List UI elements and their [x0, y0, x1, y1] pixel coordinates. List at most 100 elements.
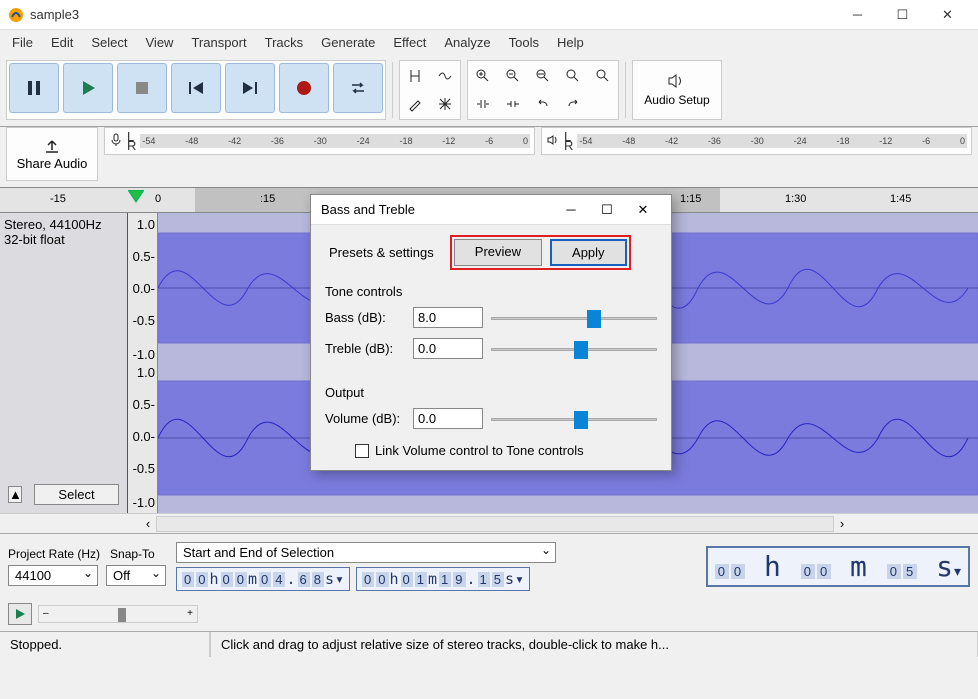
draw-tool-icon[interactable]	[402, 91, 428, 117]
menu-view[interactable]: View	[138, 33, 182, 52]
window-title: sample3	[30, 7, 835, 22]
dialog-close-button[interactable]: ✕	[625, 202, 661, 218]
zoom-in-icon[interactable]	[470, 63, 496, 89]
window-titlebar: sample3 ─ ☐ ✕	[0, 0, 978, 30]
apply-button[interactable]: Apply	[550, 239, 627, 266]
volume-input[interactable]	[413, 408, 483, 429]
playhead-icon[interactable]	[128, 190, 144, 204]
snap-to-combo[interactable]: Off	[106, 565, 166, 586]
track-select-button[interactable]: Select	[34, 484, 119, 505]
bass-input[interactable]	[413, 307, 483, 328]
treble-input[interactable]	[413, 338, 483, 359]
audio-setup-button[interactable]: Audio Setup	[632, 60, 722, 120]
fit-project-icon[interactable]	[560, 63, 586, 89]
treble-slider[interactable]	[491, 339, 657, 359]
playback-meter-scale: -54-48-42-36-30-24-18-12-60	[577, 134, 967, 148]
menu-tools[interactable]: Tools	[501, 33, 547, 52]
scroll-left-icon[interactable]: ‹	[140, 516, 156, 531]
menu-file[interactable]: File	[4, 33, 41, 52]
link-volume-label: Link Volume control to Tone controls	[375, 443, 584, 458]
fit-selection-icon[interactable]	[530, 63, 556, 89]
scroll-right-icon[interactable]: ›	[834, 516, 850, 531]
selection-start-field[interactable]: 00h00m04.68s▾	[176, 567, 350, 591]
output-header: Output	[325, 385, 657, 400]
dialog-maximize-button[interactable]: ☐	[589, 202, 625, 218]
main-toolbar: Audio Setup	[0, 54, 978, 127]
menu-help[interactable]: Help	[549, 33, 592, 52]
recording-meter-scale: -54-48-42-36-30-24-18-12-60	[140, 134, 530, 148]
ruler-tick: 0	[155, 193, 161, 205]
project-rate-combo[interactable]: 44100	[8, 565, 98, 586]
menu-transport[interactable]: Transport	[183, 33, 254, 52]
trim-icon[interactable]	[470, 91, 496, 117]
pause-button[interactable]	[9, 63, 59, 113]
lr-label: LR	[127, 132, 136, 150]
ruler-tick: 1:15	[680, 193, 701, 205]
ruler-tick: :15	[260, 193, 275, 205]
dialog-title: Bass and Treble	[321, 202, 553, 217]
track-format-line2: 32-bit float	[4, 232, 123, 247]
track-vertical-scale: 1.0 0.5- 0.0- -0.5 -1.0 1.0 0.5- 0.0- -0…	[128, 213, 158, 513]
menu-analyze[interactable]: Analyze	[436, 33, 498, 52]
play-button[interactable]	[63, 63, 113, 113]
recording-meter[interactable]: LR -54-48-42-36-30-24-18-12-60	[104, 127, 535, 155]
track-control-panel[interactable]: Stereo, 44100Hz 32-bit float ▲ Select	[0, 213, 128, 513]
selection-end-field[interactable]: 00h01m19.15s▾	[356, 567, 530, 591]
menu-tracks[interactable]: Tracks	[257, 33, 312, 52]
zoom-toggle-icon[interactable]	[590, 63, 616, 89]
tools-toolbar	[399, 60, 461, 120]
volume-slider[interactable]	[491, 409, 657, 429]
menu-generate[interactable]: Generate	[313, 33, 383, 52]
window-close-button[interactable]: ✕	[925, 0, 970, 30]
preview-button[interactable]: Preview	[454, 239, 542, 266]
redo-icon[interactable]	[560, 91, 586, 117]
playback-meter[interactable]: LR -54-48-42-36-30-24-18-12-60	[541, 127, 972, 155]
app-logo-icon	[8, 7, 24, 23]
horizontal-scrollbar[interactable]: ‹ ›	[0, 513, 978, 533]
track-collapse-button[interactable]: ▲	[8, 486, 22, 503]
ruler-tick: -15	[50, 193, 66, 205]
play-at-speed-toolbar: – +	[0, 599, 978, 631]
loop-button[interactable]	[333, 63, 383, 113]
playback-speed-slider[interactable]: – +	[38, 605, 198, 623]
dialog-titlebar[interactable]: Bass and Treble ─ ☐ ✕	[311, 195, 671, 225]
snap-to-label: Snap-To	[110, 547, 155, 561]
skip-start-button[interactable]	[171, 63, 221, 113]
ruler-tick: 1:45	[890, 193, 911, 205]
menu-edit[interactable]: Edit	[43, 33, 81, 52]
menu-effect[interactable]: Effect	[385, 33, 434, 52]
lr-label: LR	[564, 132, 573, 150]
selection-toolbar: Project Rate (Hz) Snap-To 44100 Off Star…	[0, 533, 978, 599]
bass-treble-dialog: Bass and Treble ─ ☐ ✕ Presets & settings…	[310, 194, 672, 471]
play-at-speed-button[interactable]	[8, 603, 32, 625]
record-button[interactable]	[279, 63, 329, 113]
skip-end-button[interactable]	[225, 63, 275, 113]
speaker-icon	[546, 133, 560, 150]
stop-button[interactable]	[117, 63, 167, 113]
status-state: Stopped.	[0, 632, 210, 657]
selection-tool-icon[interactable]	[402, 63, 428, 89]
highlighted-buttons: Preview Apply	[450, 235, 631, 270]
scrollbar-track[interactable]	[156, 516, 834, 532]
multi-tool-icon[interactable]	[432, 91, 458, 117]
bass-label: Bass (dB):	[325, 310, 405, 325]
bass-slider[interactable]	[491, 308, 657, 328]
undo-icon[interactable]	[530, 91, 556, 117]
status-bar: Stopped. Click and drag to adjust relati…	[0, 631, 978, 657]
menu-select[interactable]: Select	[83, 33, 135, 52]
zoom-out-icon[interactable]	[500, 63, 526, 89]
track-format-line1: Stereo, 44100Hz	[4, 217, 123, 232]
share-audio-button[interactable]: Share Audio	[6, 127, 98, 181]
menu-bar: File Edit Select View Transport Tracks G…	[0, 30, 978, 54]
dialog-minimize-button[interactable]: ─	[553, 202, 589, 217]
presets-settings-button[interactable]: Presets & settings	[321, 241, 442, 264]
tone-controls-header: Tone controls	[325, 284, 657, 299]
window-minimize-button[interactable]: ─	[835, 0, 880, 30]
selection-mode-combo[interactable]: Start and End of Selection	[176, 542, 556, 563]
transport-toolbar	[6, 60, 386, 120]
envelope-tool-icon[interactable]	[432, 63, 458, 89]
silence-icon[interactable]	[500, 91, 526, 117]
link-volume-checkbox[interactable]: Link Volume control to Tone controls	[325, 439, 657, 458]
window-maximize-button[interactable]: ☐	[880, 0, 925, 30]
audio-position-field[interactable]: 00 h 00 m 05 s▾	[706, 546, 970, 587]
